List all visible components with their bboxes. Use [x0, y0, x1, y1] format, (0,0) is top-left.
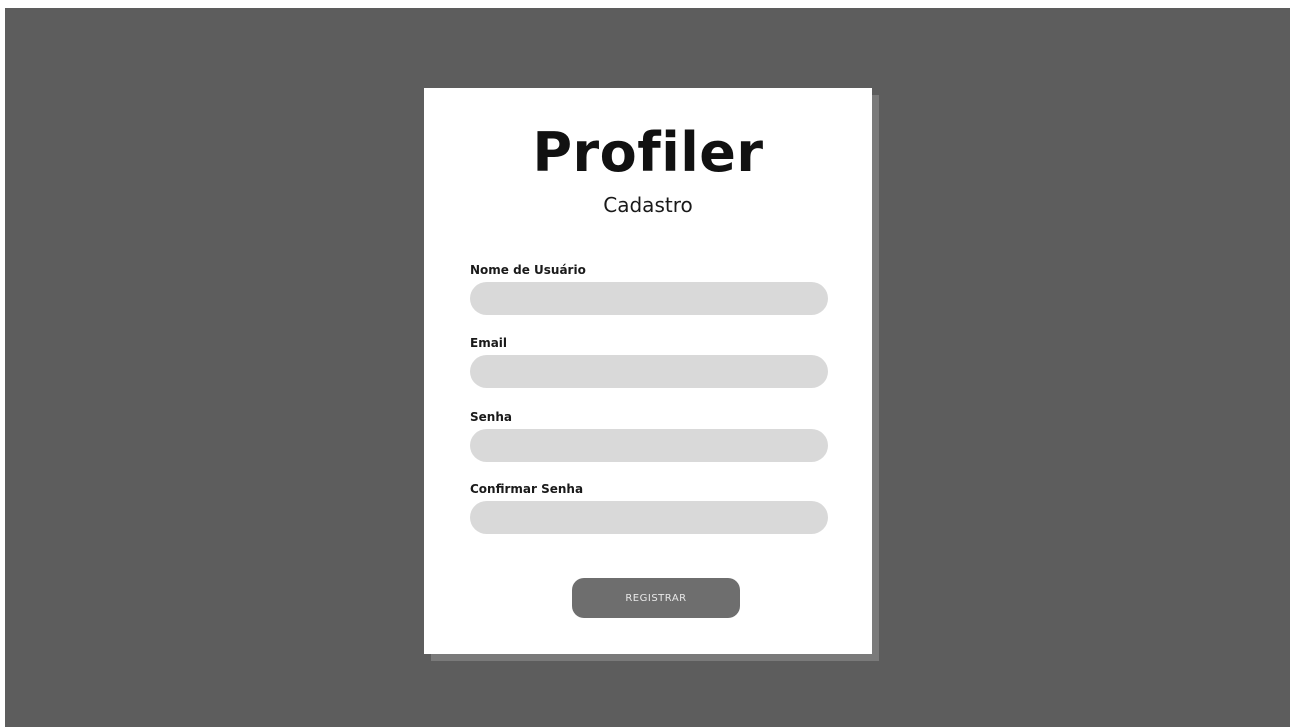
confirm-password-label: Confirmar Senha	[470, 482, 584, 496]
username-label: Nome de Usuário	[470, 263, 586, 277]
password-label: Senha	[470, 410, 512, 424]
page-subtitle: Cadastro	[603, 193, 693, 217]
app-title: Profiler	[532, 121, 764, 184]
email-input[interactable]	[470, 355, 828, 388]
page-background: Profiler Cadastro Nome de Usuário Email …	[5, 8, 1290, 727]
username-input[interactable]	[470, 282, 828, 315]
register-card: Profiler Cadastro Nome de Usuário Email …	[424, 88, 872, 654]
register-button[interactable]: REGISTRAR	[572, 578, 740, 618]
confirm-password-field-group: Confirmar Senha	[470, 481, 828, 534]
email-label: Email	[470, 336, 508, 350]
password-field-group: Senha	[470, 409, 828, 462]
password-input[interactable]	[470, 429, 828, 462]
username-field-group: Nome de Usuário	[470, 262, 828, 315]
email-field-group: Email	[470, 335, 828, 388]
confirm-password-input[interactable]	[470, 501, 828, 534]
